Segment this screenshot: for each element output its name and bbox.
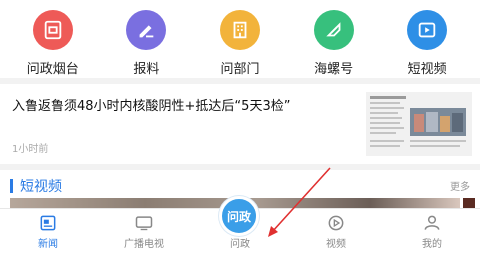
shortcut-label: 海螺号 [314,62,354,77]
tv-icon [135,216,153,231]
video-icon [407,10,448,50]
more-link[interactable]: 更多 [450,178,470,193]
shortcut-hailuohao[interactable]: 海螺号 [294,10,374,78]
tab-broadcast-tv[interactable]: 广播电视 [96,209,192,254]
person-icon [424,215,440,230]
shortcut-grid: 问政烟台 报料 问部门 海螺号 短视频 [0,0,480,78]
news-card[interactable]: 入鲁返鲁须48小时内核酸阴性+抵达后“5天3检” 1小时前 [0,84,480,164]
play-icon [328,215,344,231]
tab-video[interactable]: 视频 [288,209,384,254]
shortcut-wenbumen[interactable]: 问部门 [200,10,280,78]
shortcut-label: 短视频 [407,62,447,77]
news-time: 1小时前 [12,144,49,155]
shortcut-label: 问政烟台 [26,62,79,77]
shortcut-baoliao[interactable]: 报料 [106,10,186,78]
building-icon [219,10,260,50]
tab-mine[interactable]: 我的 [384,209,480,254]
tab-label: 视频 [326,239,346,250]
section-title: 短视频 [20,179,62,195]
shortcut-label: 报料 [133,62,160,77]
tab-label: 广播电视 [124,239,164,250]
app-screen: 问政烟台 报料 问部门 海螺号 短视频 入鲁返鲁须48小时内核酸阴性+抵达后“5… [0,0,480,254]
wenzheng-icon [32,10,73,50]
tab-news[interactable]: 新闻 [0,209,96,254]
news-icon [40,215,56,231]
news-thumbnail[interactable] [366,92,472,156]
conch-icon [313,10,354,50]
tab-label: 我的 [422,239,442,250]
wenzheng-center-button[interactable]: 问政 [219,196,259,236]
tab-label: 问政 [230,239,250,250]
section-accent-bar [10,179,13,193]
shortcut-wenzheng-yantai[interactable]: 问政烟台 [13,10,93,78]
news-headline[interactable]: 入鲁返鲁须48小时内核酸阴性+抵达后“5天3检” [12,98,352,116]
edit-icon [126,10,167,50]
shortcut-duanshipin[interactable]: 短视频 [387,10,467,78]
tab-label: 新闻 [38,239,58,250]
shortcut-label: 问部门 [220,62,260,77]
